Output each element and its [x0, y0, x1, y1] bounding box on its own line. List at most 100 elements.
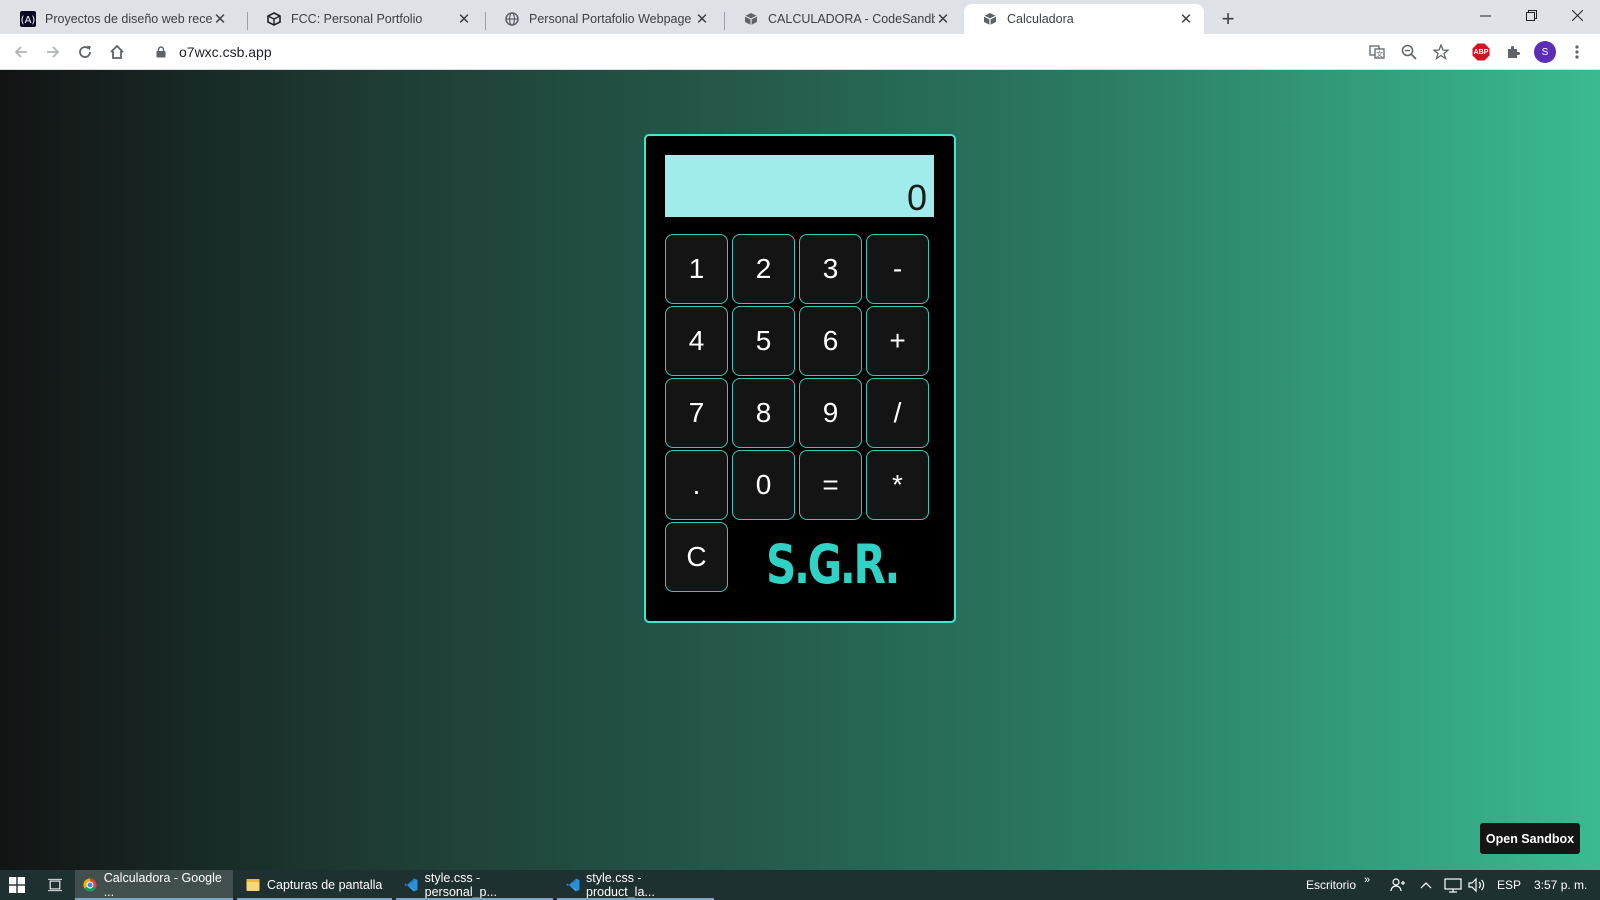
task-view-icon: [48, 878, 62, 892]
bookmark-button[interactable]: [1430, 41, 1452, 63]
svg-text:(A): (A): [21, 15, 36, 26]
key-divide[interactable]: /: [866, 378, 929, 448]
show-hidden-icons-button[interactable]: [1420, 870, 1432, 900]
tab-title: CALCULADORA - CodeSandbox: [768, 12, 935, 26]
key-0[interactable]: 0: [732, 450, 795, 520]
url-text: o7wxc.csb.app: [179, 44, 272, 60]
more-vert-icon: [1575, 45, 1579, 59]
key-7[interactable]: 7: [665, 378, 728, 448]
zoom-button[interactable]: [1398, 41, 1420, 63]
codesandbox-icon: [982, 11, 998, 27]
key-8[interactable]: 8: [732, 378, 795, 448]
tab-calculadora[interactable]: Calculadora ✕: [964, 4, 1204, 34]
taskbar-item-label: Calculadora - Google ...: [103, 871, 222, 899]
key-2[interactable]: 2: [732, 234, 795, 304]
clock[interactable]: 3:57 p. m.: [1534, 870, 1587, 900]
display-value: 0: [906, 177, 927, 218]
taskbar-item-label: Capturas de pantalla: [267, 878, 383, 892]
tab-title: Proyectos de diseño web receptivo: [45, 12, 212, 26]
reload-button[interactable]: [72, 39, 98, 65]
svg-text:文: 文: [1376, 50, 1383, 59]
key-multiply[interactable]: *: [866, 450, 929, 520]
adblock-extension-button[interactable]: ABP: [1470, 41, 1492, 63]
volume-button[interactable]: [1468, 870, 1486, 900]
close-tab-icon[interactable]: ✕: [1178, 11, 1194, 28]
codesandbox-icon: [266, 11, 282, 27]
browser-tab-strip: (A) Proyectos de diseño web receptivo ✕ …: [0, 0, 1600, 34]
new-tab-button[interactable]: +: [1215, 6, 1241, 32]
tab-fcc-personal-portfolio[interactable]: FCC: Personal Portfolio ✕: [248, 4, 482, 34]
windows-logo-icon: [9, 877, 25, 893]
network-button[interactable]: [1444, 870, 1462, 900]
key-subtract[interactable]: -: [866, 234, 929, 304]
tab-proyectos[interactable]: (A) Proyectos de diseño web receptivo ✕: [2, 4, 238, 34]
browser-menu-button[interactable]: [1566, 41, 1588, 63]
back-button[interactable]: [8, 39, 34, 65]
key-4[interactable]: 4: [665, 306, 728, 376]
taskbar-item-chrome[interactable]: Calculadora - Google ...: [75, 870, 233, 900]
profile-button[interactable]: S: [1534, 41, 1556, 63]
folder-icon: [245, 877, 261, 893]
key-1[interactable]: 1: [665, 234, 728, 304]
clock-time: 3:57 p. m.: [1534, 878, 1588, 892]
close-tab-icon[interactable]: ✕: [935, 11, 951, 28]
key-clear[interactable]: C: [665, 522, 728, 592]
vscode-icon: [404, 877, 419, 893]
tab-title: Calculadora: [1007, 12, 1074, 26]
tab-personal-portafolio[interactable]: Personal Portafolio Webpage ✕: [486, 4, 720, 34]
key-5[interactable]: 5: [732, 306, 795, 376]
taskbar-item-folder[interactable]: Capturas de pantalla: [237, 870, 392, 900]
network-icon: [1444, 878, 1462, 893]
task-view-button[interactable]: [40, 870, 70, 900]
restore-window-button[interactable]: [1508, 0, 1554, 30]
taskbar-item-label: style.css - personal_p...: [424, 871, 497, 899]
puzzle-icon: [1508, 46, 1520, 58]
taskbar: Calculadora - Google ... Capturas de pan…: [0, 870, 1600, 900]
close-tab-icon[interactable]: ✕: [212, 11, 228, 28]
forward-button[interactable]: [40, 39, 66, 65]
close-tab-icon[interactable]: ✕: [456, 11, 472, 28]
translate-icon: 文: [1369, 45, 1385, 59]
people-button[interactable]: [1390, 870, 1406, 900]
key-9[interactable]: 9: [799, 378, 862, 448]
desktop-toolbar[interactable]: Escritorio »: [1306, 870, 1370, 900]
volume-icon: [1468, 877, 1485, 893]
key-equals[interactable]: =: [799, 450, 862, 520]
start-button[interactable]: [0, 870, 34, 900]
language-label: ESP: [1497, 878, 1522, 892]
key-6[interactable]: 6: [799, 306, 862, 376]
home-button[interactable]: [104, 39, 130, 65]
arrow-right-icon: [47, 46, 60, 58]
lock-icon: [154, 45, 168, 59]
vscode-icon: [565, 877, 580, 893]
zoom-out-icon: [1401, 44, 1417, 60]
open-sandbox-button[interactable]: Open Sandbox: [1480, 823, 1580, 854]
globe-icon: [504, 11, 520, 27]
minimize-window-button[interactable]: [1462, 0, 1508, 30]
restore-icon: [1525, 9, 1537, 21]
close-window-button[interactable]: [1554, 0, 1600, 30]
extensions-button[interactable]: [1502, 41, 1524, 63]
close-tab-icon[interactable]: ✕: [694, 11, 710, 28]
tab-title: FCC: Personal Portfolio: [291, 12, 423, 26]
browser-toolbar: o7wxc.csb.app 文 ABP S: [0, 34, 1600, 70]
avatar: S: [1534, 41, 1556, 63]
chevron-up-icon: [1420, 882, 1432, 889]
codesandbox-icon: [743, 11, 759, 27]
page-viewport: 0 1 2 3 - 4 5 6 + 7 8 9 / . 0 = * C S.G.…: [0, 70, 1600, 870]
home-icon: [110, 44, 124, 59]
fcc-logo-icon: (A): [20, 11, 36, 27]
minimize-icon: [1479, 15, 1491, 16]
address-bar[interactable]: o7wxc.csb.app: [144, 38, 1394, 66]
key-add[interactable]: +: [866, 306, 929, 376]
tab-calculadora-codesandbox[interactable]: CALCULADORA - CodeSandbox ✕: [725, 4, 961, 34]
key-3[interactable]: 3: [799, 234, 862, 304]
translate-button[interactable]: 文: [1366, 41, 1388, 63]
chrome-icon: [83, 877, 98, 893]
taskbar-item-vscode-personal[interactable]: style.css - personal_p...: [396, 870, 553, 900]
taskbar-item-vscode-product[interactable]: style.css - product_la...: [557, 870, 714, 900]
key-decimal[interactable]: .: [665, 450, 728, 520]
language-indicator[interactable]: ESP: [1497, 870, 1521, 900]
tab-title: Personal Portafolio Webpage: [529, 12, 692, 26]
taskbar-item-label: style.css - product_la...: [586, 871, 655, 899]
